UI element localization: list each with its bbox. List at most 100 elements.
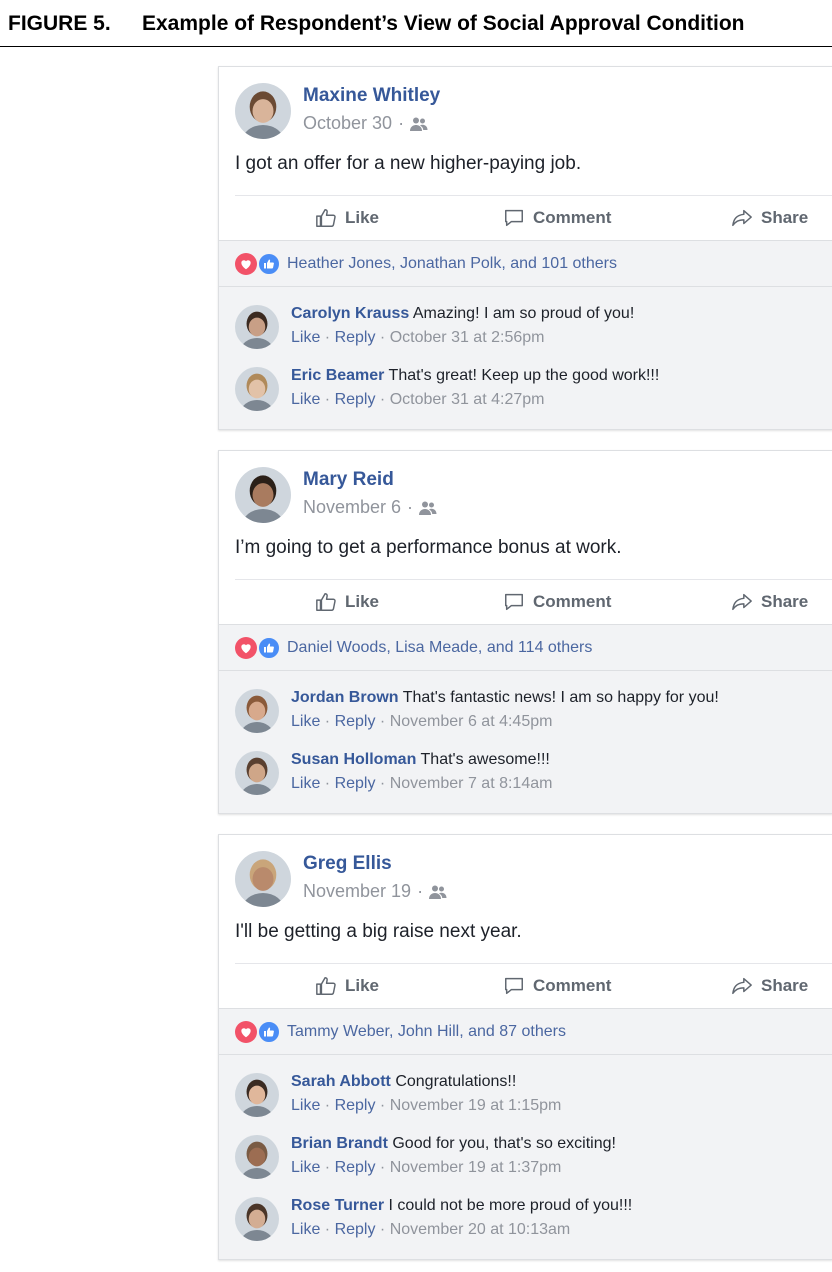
comment-reply-link[interactable]: Reply xyxy=(335,1159,376,1176)
comment-like-link[interactable]: Like xyxy=(291,775,320,792)
profile-photo-icon xyxy=(235,83,291,139)
comment: Brian Brandt Good for you, that's so exc… xyxy=(219,1123,832,1185)
commenter-avatar[interactable] xyxy=(235,1073,279,1117)
like-button[interactable]: Like xyxy=(315,964,379,1008)
comment-timestamp[interactable]: November 6 at 4:45pm xyxy=(390,713,553,730)
author-name[interactable]: Mary Reid xyxy=(303,469,394,491)
comment-reply-link[interactable]: Reply xyxy=(335,329,376,346)
reactions-summary[interactable]: Daniel Woods, Lisa Meade, and 114 others xyxy=(219,624,832,670)
commenter-avatar[interactable] xyxy=(235,751,279,795)
comment-button[interactable]: Comment xyxy=(503,964,611,1008)
commenter-avatar[interactable] xyxy=(235,689,279,733)
commenter-name[interactable]: Brian Brandt xyxy=(291,1135,388,1152)
comment-text: That's great! Keep up the good work!!! xyxy=(388,367,660,384)
commenter-name[interactable]: Carolyn Krauss xyxy=(291,305,409,322)
comment-timestamp[interactable]: October 31 at 4:27pm xyxy=(390,391,545,408)
comment-timestamp[interactable]: November 19 at 1:37pm xyxy=(390,1159,562,1176)
comment-meta: Like · Reply · November 7 at 8:14am xyxy=(291,775,552,793)
comment-like-link[interactable]: Like xyxy=(291,391,320,408)
post-date[interactable]: November 19 xyxy=(303,881,411,902)
comment-like-link[interactable]: Like xyxy=(291,1097,320,1114)
post-card: Greg Ellis November 19 · I'll be getting a… xyxy=(218,834,832,1260)
date-separator: · xyxy=(417,881,424,901)
like-reaction-icon xyxy=(264,643,274,652)
profile-photo-icon xyxy=(235,367,279,411)
comment-text: Congratulations!! xyxy=(395,1073,517,1090)
author-name[interactable]: Greg Ellis xyxy=(303,853,392,875)
like-thumb-icon xyxy=(316,209,336,227)
share-label: Share xyxy=(761,976,809,995)
comment-meta: Like · Reply · November 19 at 1:37pm xyxy=(291,1159,561,1177)
share-button[interactable]: Share xyxy=(731,580,808,624)
post-header: Maxine Whitley October 30 · xyxy=(219,67,832,145)
profile-photo-icon xyxy=(235,1073,279,1117)
comment-like-link[interactable]: Like xyxy=(291,329,320,346)
comment-text: Amazing! I am so proud of you! xyxy=(412,305,635,322)
comment-like-link[interactable]: Like xyxy=(291,713,320,730)
comment-like-link[interactable]: Like xyxy=(291,1159,320,1176)
profile-photo-icon xyxy=(235,1197,279,1241)
reactions-summary[interactable]: Tammy Weber, John Hill, and 87 others xyxy=(219,1008,832,1054)
author-name[interactable]: Maxine Whitley xyxy=(303,85,440,107)
reactors-text[interactable]: Daniel Woods, Lisa Meade, and 114 others xyxy=(287,639,592,657)
friends-audience-icon xyxy=(410,117,428,131)
profile-photo-icon xyxy=(235,751,279,795)
meta-separator: · xyxy=(375,775,390,792)
post-date[interactable]: November 6 xyxy=(303,497,401,518)
commenter-name[interactable]: Sarah Abbott xyxy=(291,1073,391,1090)
comment-timestamp[interactable]: October 31 at 2:56pm xyxy=(390,329,545,346)
comment-button[interactable]: Comment xyxy=(503,580,611,624)
comment-reply-link[interactable]: Reply xyxy=(335,775,376,792)
like-button[interactable]: Like xyxy=(315,580,379,624)
friends-audience-icon xyxy=(419,501,437,515)
comment-text: That's awesome!!! xyxy=(420,751,550,768)
love-badge xyxy=(235,252,257,275)
comment-reply-link[interactable]: Reply xyxy=(335,1097,376,1114)
share-arrow-icon xyxy=(732,593,752,611)
commenter-name[interactable]: Eric Beamer xyxy=(291,367,384,384)
commenter-avatar[interactable] xyxy=(235,305,279,349)
love-reaction-icon xyxy=(241,259,251,269)
author-avatar[interactable] xyxy=(235,851,291,907)
meta-separator: · xyxy=(320,1159,335,1176)
comment-timestamp[interactable]: November 7 at 8:14am xyxy=(390,775,553,792)
post-meta: November 6 · xyxy=(303,497,437,518)
comment-button[interactable]: Comment xyxy=(503,196,611,240)
post-header: Mary Reid November 6 · xyxy=(219,451,832,529)
post-meta: October 30 · xyxy=(303,113,428,134)
comment-timestamp[interactable]: November 19 at 1:15pm xyxy=(390,1097,562,1114)
share-button[interactable]: Share xyxy=(731,196,808,240)
meta-separator: · xyxy=(320,1097,335,1114)
post-actions: Like Comment Share xyxy=(235,195,832,240)
comment-bubble-icon xyxy=(505,977,523,995)
share-button[interactable]: Share xyxy=(731,964,808,1008)
like-button[interactable]: Like xyxy=(315,196,379,240)
meta-separator: · xyxy=(320,329,335,346)
post-text: I got an offer for a new higher-paying j… xyxy=(235,153,582,174)
author-avatar[interactable] xyxy=(235,83,291,139)
comment-reply-link[interactable]: Reply xyxy=(335,1221,376,1238)
comment-like-link[interactable]: Like xyxy=(291,1221,320,1238)
comment-body: Rose Turner I could not be more proud of… xyxy=(291,1197,632,1215)
reactions-summary[interactable]: Heather Jones, Jonathan Polk, and 101 ot… xyxy=(219,240,832,286)
commenter-name[interactable]: Rose Turner xyxy=(291,1197,384,1214)
comment-reply-link[interactable]: Reply xyxy=(335,391,376,408)
profile-photo-icon xyxy=(235,1135,279,1179)
post-actions: Like Comment Share xyxy=(235,579,832,624)
reactors-text[interactable]: Heather Jones, Jonathan Polk, and 101 ot… xyxy=(287,255,617,273)
comment-timestamp[interactable]: November 20 at 10:13am xyxy=(390,1221,571,1238)
comment-body: Brian Brandt Good for you, that's so exc… xyxy=(291,1135,616,1153)
comment: Rose Turner I could not be more proud of… xyxy=(219,1185,832,1247)
comment-reply-link[interactable]: Reply xyxy=(335,713,376,730)
commenter-name[interactable]: Susan Holloman xyxy=(291,751,416,768)
commenter-avatar[interactable] xyxy=(235,367,279,411)
reactors-text[interactable]: Tammy Weber, John Hill, and 87 others xyxy=(287,1023,566,1041)
comment-label: Comment xyxy=(533,976,612,995)
author-avatar[interactable] xyxy=(235,467,291,523)
commenter-avatar[interactable] xyxy=(235,1135,279,1179)
comment-list: Jordan Brown That's fantastic news! I am… xyxy=(219,670,832,813)
commenter-avatar[interactable] xyxy=(235,1197,279,1241)
share-label: Share xyxy=(761,592,809,611)
commenter-name[interactable]: Jordan Brown xyxy=(291,689,399,706)
post-date[interactable]: October 30 xyxy=(303,113,392,134)
